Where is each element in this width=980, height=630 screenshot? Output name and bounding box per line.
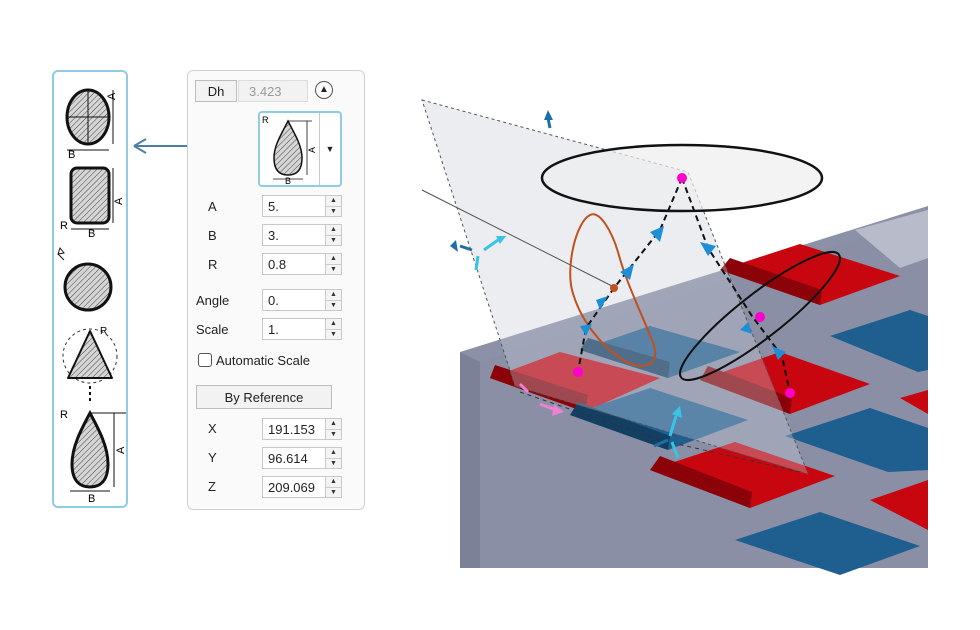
scale-stepper[interactable]: ▲ ▼ xyxy=(326,318,342,340)
coord-label-x: X xyxy=(208,421,217,436)
shape-parameters-panel: Dh 3.423 ▲ A B R ▼ A 5. ▲ ▼ B 3. ▲ ▼ R 0.8… xyxy=(187,70,365,510)
shape-ellipse-icon[interactable]: A B xyxy=(65,88,118,161)
vertex-point[interactable] xyxy=(573,367,583,377)
a-input[interactable]: 5. xyxy=(262,195,326,217)
field-label-a: A xyxy=(208,199,217,214)
shape-rounded-rectangle-icon[interactable]: A B R xyxy=(60,166,125,240)
shape-preview-dropdown[interactable]: A B R ▼ xyxy=(258,111,342,187)
automatic-scale-checkbox[interactable] xyxy=(198,353,212,367)
vertex-point[interactable] xyxy=(755,312,765,322)
preview-label-a: A xyxy=(307,147,317,153)
shape-triangle-icon[interactable]: R xyxy=(62,326,118,402)
label-a: A xyxy=(113,197,125,205)
field-label-b: B xyxy=(208,228,217,243)
b-input[interactable]: 3. xyxy=(262,224,326,246)
x-input[interactable]: 191.153 xyxy=(262,418,326,440)
teardrop-preview-icon: A B R xyxy=(262,115,317,186)
angle-input[interactable]: 0. xyxy=(262,289,326,311)
a-stepper[interactable]: ▲ ▼ xyxy=(326,195,342,217)
shape-circle-icon[interactable] xyxy=(57,246,113,312)
dh-button[interactable]: Dh xyxy=(195,80,237,102)
vertex-point[interactable] xyxy=(677,173,687,183)
field-label-angle: Angle xyxy=(196,293,230,308)
collapse-chevron-icon[interactable]: ▲ xyxy=(315,81,333,99)
coord-label-z: Z xyxy=(208,479,216,494)
label-a: A xyxy=(106,92,118,100)
shape-teardrop-icon[interactable]: A B R xyxy=(60,409,127,505)
label-r: R xyxy=(60,220,68,232)
angle-stepper[interactable]: ▲ ▼ xyxy=(326,289,342,311)
field-label-scale: Scale xyxy=(196,322,229,337)
label-b: B xyxy=(88,228,95,240)
label-b: B xyxy=(68,149,75,161)
b-stepper[interactable]: ▲ ▼ xyxy=(326,224,342,246)
field-label-r: R xyxy=(208,257,218,272)
preview-label-r: R xyxy=(262,115,269,125)
z-stepper[interactable]: ▲ ▼ xyxy=(326,476,342,498)
r-stepper[interactable]: ▲ ▼ xyxy=(326,253,342,275)
profile-point[interactable] xyxy=(610,284,618,292)
automatic-scale-label: Automatic Scale xyxy=(216,353,310,368)
label-a: A xyxy=(115,446,127,454)
label-b: B xyxy=(88,493,95,505)
part-left-face xyxy=(460,352,480,568)
preview-label-b: B xyxy=(285,176,291,185)
y-stepper[interactable]: ▲ ▼ xyxy=(326,447,342,469)
by-reference-button[interactable]: By Reference xyxy=(196,385,332,409)
scale-input[interactable]: 1. xyxy=(262,318,326,340)
r-input[interactable]: 0.8 xyxy=(262,253,326,275)
label-r: R xyxy=(100,326,107,337)
3d-viewport[interactable] xyxy=(390,70,950,580)
dh-value-field: 3.423 xyxy=(238,80,308,102)
label-r: R xyxy=(60,409,68,421)
vertex-point[interactable] xyxy=(785,388,795,398)
coord-label-y: Y xyxy=(208,450,217,465)
z-input[interactable]: 209.069 xyxy=(262,476,326,498)
x-stepper[interactable]: ▲ ▼ xyxy=(326,418,342,440)
y-input[interactable]: 96.614 xyxy=(262,447,326,469)
chevron-down-icon[interactable]: ▼ xyxy=(319,113,340,185)
